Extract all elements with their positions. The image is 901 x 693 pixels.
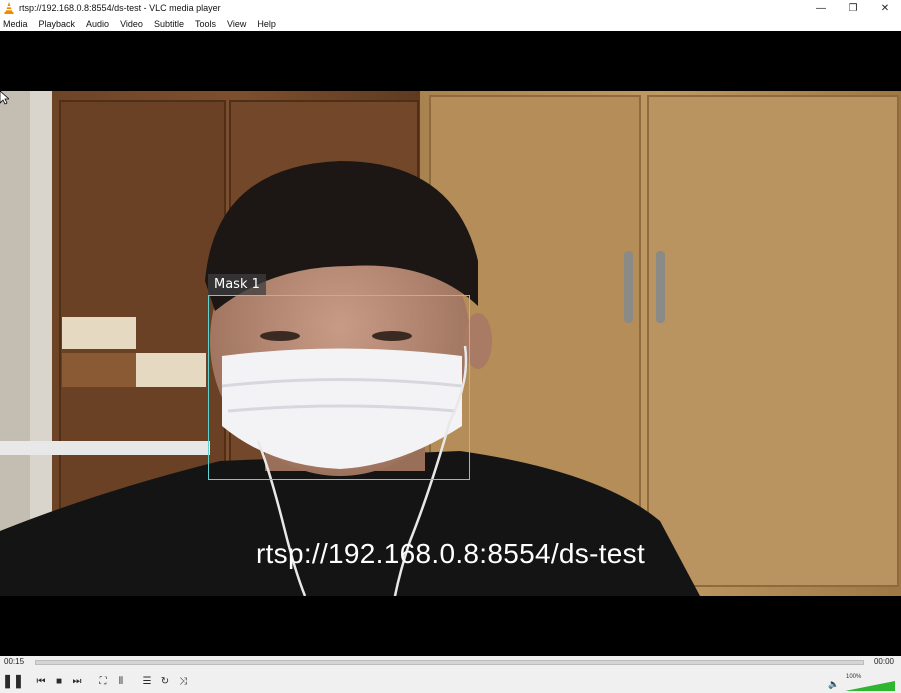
detection-bounding-box (208, 295, 470, 480)
speaker-icon[interactable]: 🔈 (828, 679, 839, 690)
elapsed-time: 00:15 (4, 657, 25, 666)
volume-slider[interactable] (845, 681, 895, 691)
menu-help[interactable]: Help (257, 19, 276, 29)
window-title: rtsp://192.168.0.8:8554/ds-test - VLC me… (19, 3, 221, 13)
playlist-icon[interactable]: ☰ (138, 672, 156, 690)
total-time[interactable]: 00:00 (874, 657, 894, 666)
previous-icon[interactable]: ⏮ (32, 672, 50, 690)
menu-video[interactable]: Video (120, 19, 143, 29)
menu-view[interactable]: View (227, 19, 246, 29)
title-bar: rtsp://192.168.0.8:8554/ds-test - VLC me… (0, 0, 901, 16)
menu-tools[interactable]: Tools (195, 19, 216, 29)
pause-button[interactable]: ❚❚ (2, 671, 24, 691)
volume-percent: 100% (846, 674, 862, 680)
menu-audio[interactable]: Audio (86, 19, 109, 29)
loop-icon[interactable]: ↻ (156, 672, 174, 690)
mouse-cursor-icon (0, 91, 9, 105)
vlc-window: rtsp://192.168.0.8:8554/ds-test - VLC me… (0, 0, 901, 693)
seek-slider[interactable] (35, 660, 864, 665)
playback-buttons: ❚❚ ⏮ ■ ⏭ ⛶ ⦀ ☰ ↻ ⤨ (2, 671, 192, 691)
restore-button[interactable]: ❐ (837, 0, 869, 16)
next-icon[interactable]: ⏭ (68, 672, 86, 690)
control-bar: 00:15 00:00 ❚❚ ⏮ ■ ⏭ ⛶ ⦀ ☰ ↻ ⤨ 🔈 100% (0, 656, 901, 693)
menu-bar: Media Playback Audio Video Subtitle Tool… (0, 16, 901, 31)
stop-icon[interactable]: ■ (50, 672, 68, 690)
close-button[interactable]: ✕ (869, 0, 901, 16)
vlc-cone-icon (4, 2, 14, 14)
stream-url-overlay: rtsp://192.168.0.8:8554/ds-test (255, 538, 646, 569)
extended-settings-icon[interactable]: ⦀ (112, 672, 130, 690)
menu-subtitle[interactable]: Subtitle (154, 19, 184, 29)
menu-playback[interactable]: Playback (39, 19, 76, 29)
video-area[interactable]: Mask 1 rtsp://192.168.0.8:8554/ds-test (0, 31, 901, 656)
video-frame: Mask 1 rtsp://192.168.0.8:8554/ds-test (0, 91, 901, 596)
detection-label: Mask 1 (208, 274, 266, 295)
shuffle-icon[interactable]: ⤨ (174, 672, 192, 690)
menu-media[interactable]: Media (3, 19, 28, 29)
fullscreen-icon[interactable]: ⛶ (94, 672, 112, 690)
minimize-button[interactable]: — (805, 0, 837, 16)
